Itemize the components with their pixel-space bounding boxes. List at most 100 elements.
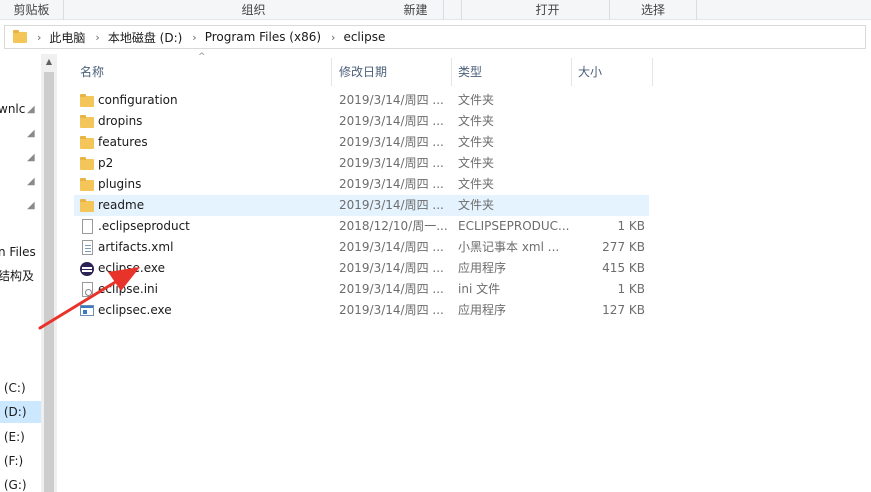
application-icon [80,305,94,316]
nav-item-drive-c[interactable]: : (C:) [0,377,26,399]
file-row[interactable]: dropins 2019/3/14/周四 ... 文件夹 [74,111,649,132]
file-date: 2018/12/10/周一... [339,219,448,233]
chevron-right-icon[interactable]: › [95,31,99,44]
file-row[interactable]: eclipsec.exe 2019/3/14/周四 ... 应用程序 127 KB [74,300,649,321]
chevron-right-icon[interactable]: › [192,31,196,44]
nav-scrollbar[interactable]: ▲ [41,54,57,492]
chevron-right-icon[interactable]: › [37,31,41,44]
pin-icon[interactable]: ◢ [27,153,37,163]
column-header-type[interactable]: 类型 [452,58,572,86]
column-header-size[interactable]: 大小 [572,58,653,86]
file-icon [82,219,93,234]
file-type: 应用程序 [458,261,507,275]
file-row[interactable]: readme 2019/3/14/周四 ... 文件夹 [74,195,649,216]
file-size: 127 KB [602,303,645,317]
ribbon-group-clipboard: 剪贴板 [0,0,64,20]
breadcrumb-program-files[interactable]: Program Files (x86) [205,30,321,44]
file-date: 2019/3/14/周四 ... [339,135,444,149]
nav-item-drive-g[interactable]: : (G:) [0,474,27,492]
pin-icon[interactable]: ◢ [27,129,37,139]
file-type: 应用程序 [458,303,507,317]
pin-icon[interactable]: ◢ [27,177,37,187]
file-name: readme [98,198,145,212]
folder-icon [80,94,94,107]
folder-icon [13,29,27,43]
ribbon-group-bar: 剪贴板 组织 新建 打开 选择 [0,0,871,20]
file-size [574,174,645,195]
file-date: 2019/3/14/周四 ... [339,303,444,317]
file-row[interactable]: eclipse.ini 2019/3/14/周四 ... ini 文件 1 KB [74,279,649,300]
xml-file-icon [82,240,93,255]
breadcrumb-drive-d[interactable]: 本地磁盘 (D:) [108,29,182,46]
scroll-thumb[interactable] [44,72,54,492]
file-date: 2019/3/14/周四 ... [339,177,444,191]
file-name: artifacts.xml [98,240,174,254]
chevron-right-icon[interactable]: › [331,31,335,44]
file-name: p2 [98,156,114,170]
folder-icon [80,157,94,170]
pin-icon[interactable]: ◢ [27,105,37,115]
file-row[interactable]: .eclipseproduct 2018/12/10/周一... ECLIPSEPR… [74,216,649,237]
nav-item-drive-d[interactable]: : (D:) [0,401,41,423]
file-name: configuration [98,93,178,107]
ini-file-icon [82,282,93,297]
file-size [574,153,645,174]
file-date: 2019/3/14/周四 ... [339,156,444,170]
breadcrumb-this-pc[interactable]: 此电脑 [49,29,85,46]
eclipse-icon [80,262,94,276]
pin-icon[interactable]: ◢ [27,201,37,211]
file-row[interactable]: configuration 2019/3/14/周四 ... 文件夹 [74,90,649,111]
address-bar[interactable]: › 此电脑 › 本地磁盘 (D:) › Program Files (x86) … [4,25,866,49]
file-name: plugins [98,177,142,191]
file-type: ini 文件 [458,282,501,296]
folder-icon [80,199,94,212]
navigation-pane: wnlc ◢ ◢ ◢ ◢ ◢ n Files 结构及 : (C:) : (D:)… [0,54,57,492]
file-size [574,90,645,111]
file-type: 文件夹 [458,156,495,170]
column-header-name[interactable]: 名称 [74,58,332,86]
file-date: 2019/3/14/周四 ... [339,93,444,107]
file-date: 2019/3/14/周四 ... [339,261,444,275]
sort-ascending-icon: ^ [198,52,206,62]
file-size: 1 KB [617,282,645,296]
ribbon-group-open: 打开 [486,0,610,20]
file-list: 名称 修改日期 类型 大小 configuration 2019/3/14/周四 … [57,54,871,492]
file-size [574,132,645,153]
file-size: 415 KB [602,261,645,275]
file-date: 2019/3/14/周四 ... [339,114,444,128]
address-bar-row: › 此电脑 › 本地磁盘 (D:) › Program Files (x86) … [0,21,871,54]
file-date: 2019/3/14/周四 ... [339,198,444,212]
ribbon-group-select: 选择 [610,0,697,20]
nav-item-quick-access[interactable]: wnlc [0,98,25,120]
file-name: eclipse.exe [98,261,166,275]
file-type: 文件夹 [458,135,495,149]
file-name: dropins [98,114,143,128]
file-row[interactable]: artifacts.xml 2019/3/14/周四 ... 小黑记事本 xml .… [74,237,649,258]
file-row[interactable]: plugins 2019/3/14/周四 ... 文件夹 [74,174,649,195]
file-type: ECLIPSEPRODUC... [458,219,570,233]
file-name: .eclipseproduct [98,219,190,233]
folder-icon [80,115,94,128]
nav-item-drive-e[interactable]: : (E:) [0,426,25,448]
folder-icon [80,136,94,149]
scroll-up-icon[interactable]: ▲ [41,54,57,70]
file-row[interactable]: features 2019/3/14/周四 ... 文件夹 [74,132,649,153]
file-name: eclipsec.exe [98,303,172,317]
nav-item-folder[interactable]: 结构及 [0,265,34,287]
column-header-date[interactable]: 修改日期 [333,58,452,86]
file-size [574,111,645,132]
file-size: 277 KB [602,240,645,254]
ribbon-group-new: 新建 [370,0,462,20]
file-size [574,195,645,216]
nav-item-label: : (D:) [0,405,27,419]
file-size: 1 KB [617,219,645,233]
file-type: 文件夹 [458,198,495,212]
file-name: eclipse.ini [98,282,158,296]
nav-item-drive-f[interactable]: : (F:) [0,450,23,472]
nav-item-program-files[interactable]: n Files [0,241,36,263]
file-row[interactable]: eclipse.exe 2019/3/14/周四 ... 应用程序 415 KB [74,258,649,279]
folder-icon [80,178,94,191]
file-type: 文件夹 [458,93,495,107]
file-row[interactable]: p2 2019/3/14/周四 ... 文件夹 [74,153,649,174]
breadcrumb-eclipse[interactable]: eclipse [343,30,385,44]
